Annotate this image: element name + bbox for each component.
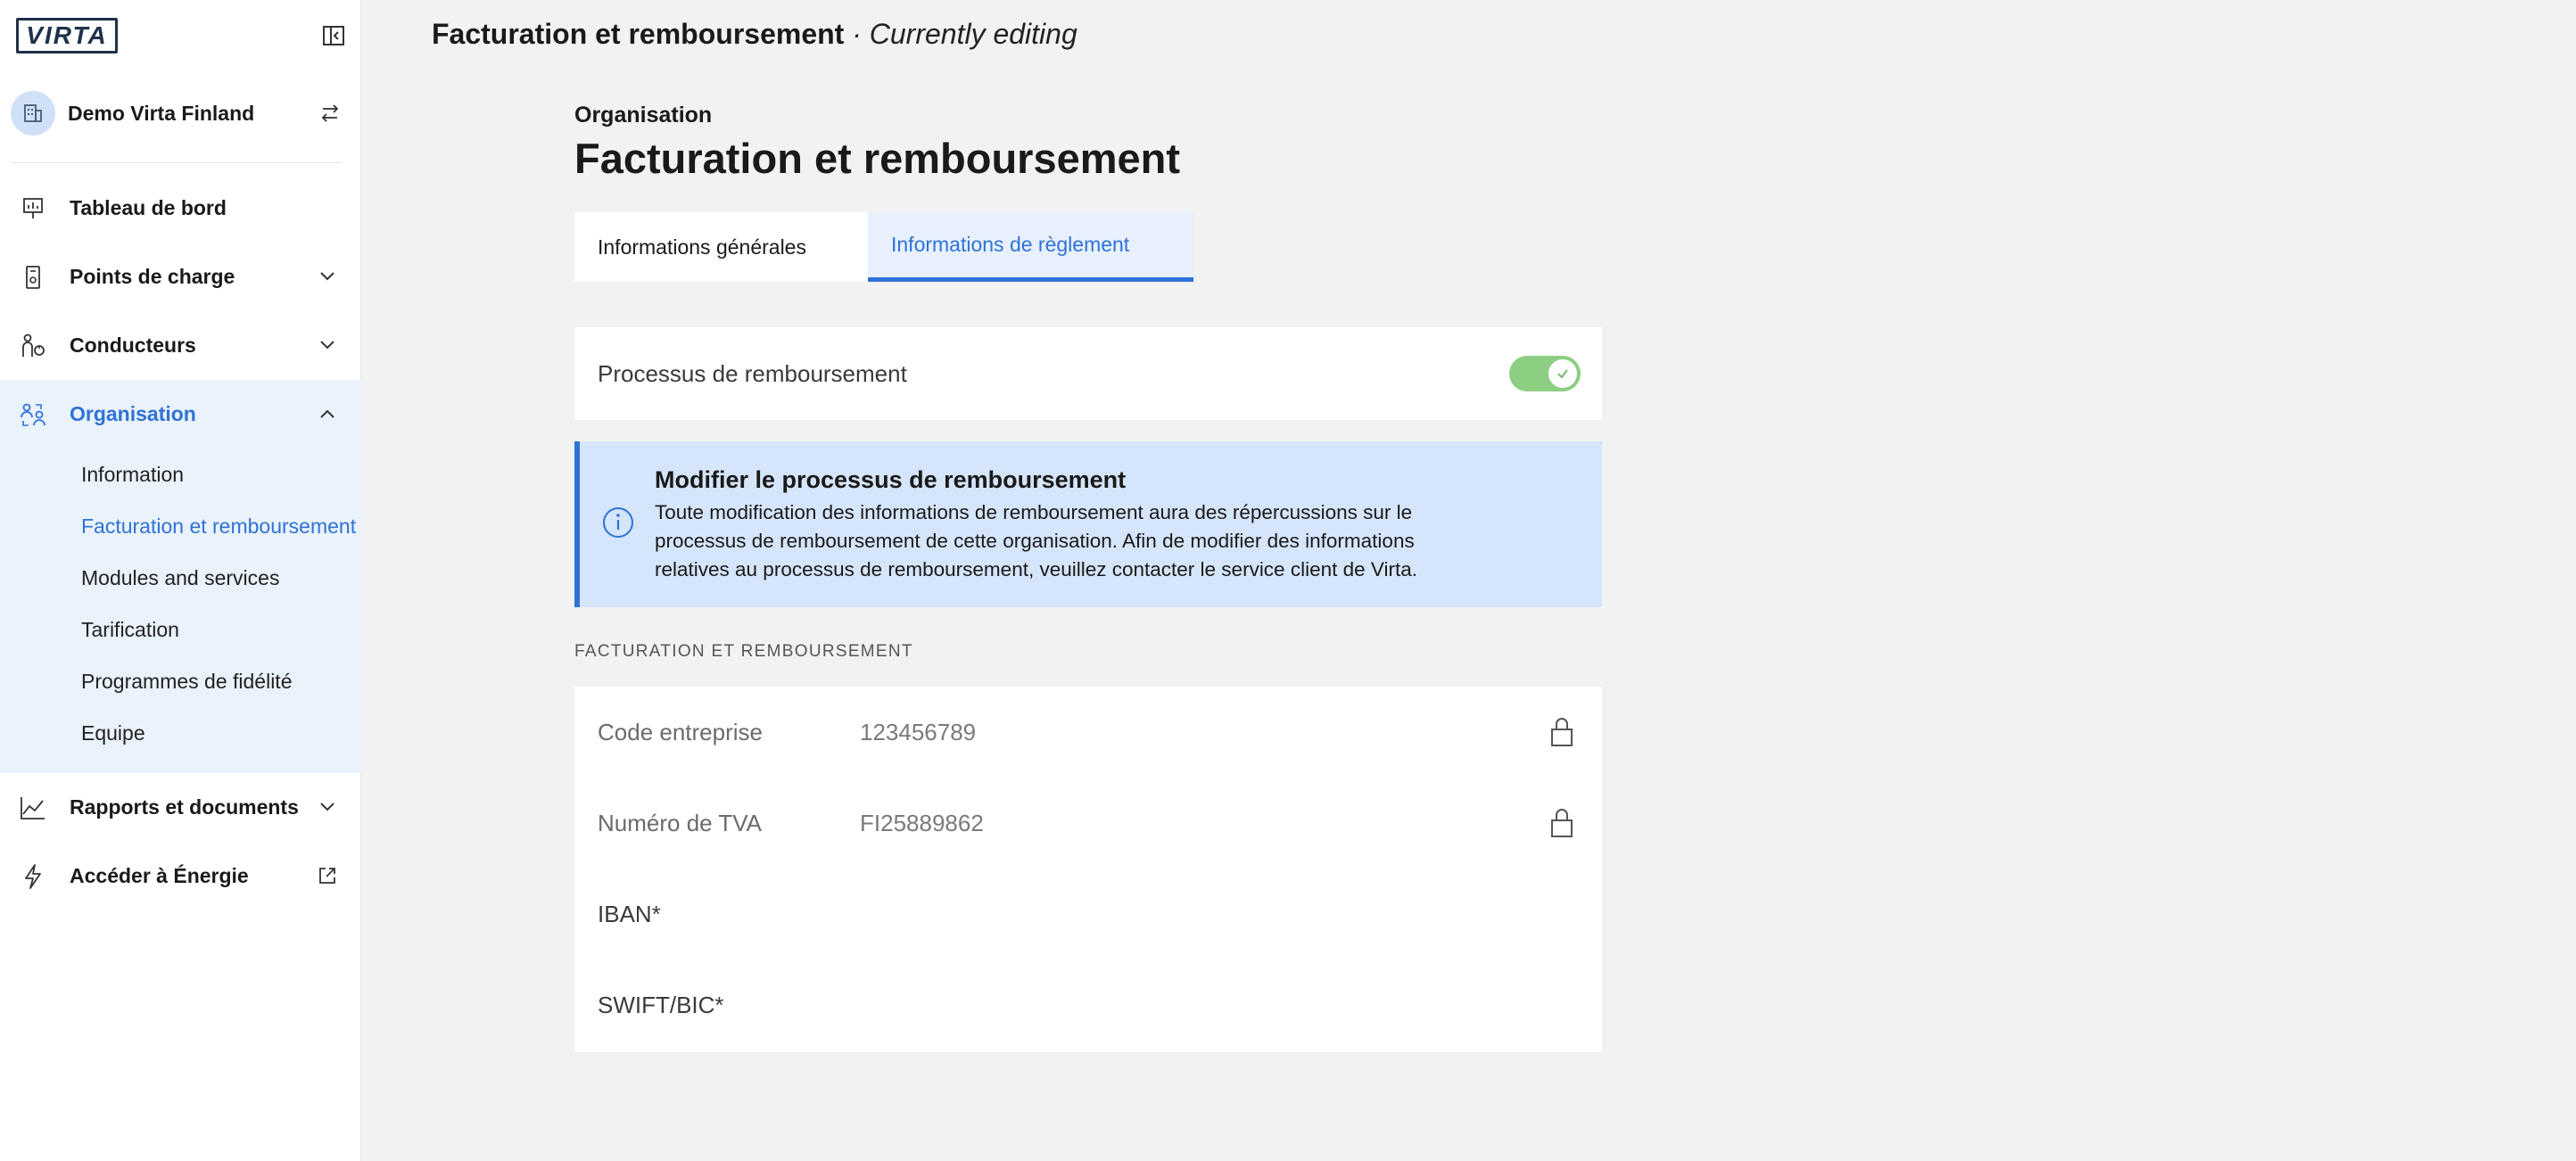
- external-link-icon: [317, 865, 338, 886]
- driver-icon: [18, 331, 48, 361]
- collapse-sidebar-icon[interactable]: [321, 23, 346, 48]
- vat-number-row: Numéro de TVA FI25889862: [574, 778, 1602, 869]
- reimbursement-label: Processus de remboursement: [598, 359, 907, 387]
- reimbursement-toggle-card: Processus de remboursement: [574, 327, 1602, 420]
- sidebar-item-charge-points[interactable]: Points de charge: [0, 243, 361, 311]
- organisation-switcher[interactable]: Demo Virta Finland: [11, 89, 350, 137]
- vat-number-value: FI25889862: [860, 809, 984, 836]
- sidebar-item-dashboard[interactable]: Tableau de bord: [0, 174, 361, 243]
- sidebar-nav: Tableau de bord Points de charge Conduct…: [0, 174, 361, 910]
- info-icon: [601, 506, 635, 539]
- charger-icon: [18, 262, 48, 292]
- chevron-down-icon: [317, 334, 338, 356]
- sidebar-subitem-loyalty[interactable]: Programmes de fidélité: [0, 655, 361, 707]
- page-title: Facturation et remboursement: [574, 135, 1181, 182]
- iban-field[interactable]: IBAN*: [574, 869, 1602, 959]
- sidebar-item-reports[interactable]: Rapports et documents: [0, 773, 361, 842]
- notice-body: Toute modification des informations de r…: [655, 501, 1417, 580]
- main-content: Organisation Facturation et remboursemen…: [574, 103, 1602, 1052]
- company-code-value: 123456789: [860, 718, 977, 745]
- organisation-submenu: Information Facturation et remboursement…: [0, 449, 361, 773]
- iban-label: IBAN*: [598, 900, 661, 927]
- header-title: Facturation et remboursement: [432, 18, 845, 50]
- sidebar-item-label: Points de charge: [70, 265, 235, 288]
- virta-logo[interactable]: VIRTA: [16, 18, 118, 54]
- sidebar-item-drivers[interactable]: Conducteurs: [0, 311, 361, 380]
- reimbursement-toggle[interactable]: [1509, 356, 1581, 391]
- sidebar-subitem-pricing[interactable]: Tarification: [0, 604, 361, 655]
- sidebar-item-energy[interactable]: Accéder à Énergie: [0, 842, 361, 910]
- notice-title: Modifier le processus de remboursement: [655, 466, 1127, 493]
- tab-general-info[interactable]: Informations générales: [574, 212, 868, 282]
- line-chart-icon: [18, 793, 48, 823]
- organisation-group: Organisation Information Facturation et …: [0, 380, 361, 773]
- info-notice: Modifier le processus de remboursement T…: [574, 441, 1602, 607]
- sidebar-subitem-modules[interactable]: Modules and services: [0, 552, 361, 604]
- sidebar-subitem-information[interactable]: Information: [0, 449, 361, 500]
- sidebar-item-organisation[interactable]: Organisation: [0, 380, 361, 449]
- lock-icon: [1548, 807, 1575, 839]
- building-icon: [11, 91, 55, 136]
- chevron-up-icon: [317, 403, 338, 424]
- lightning-icon: [18, 861, 48, 892]
- sidebar-divider: [11, 162, 343, 163]
- chevron-down-icon: [317, 266, 338, 287]
- section-heading: FACTURATION ET REMBOURSEMENT: [574, 642, 913, 661]
- sidebar-item-label: Rapports et documents: [70, 795, 299, 819]
- company-code-row: Code entreprise 123456789: [574, 687, 1602, 778]
- billing-fields: Code entreprise 123456789 Numéro de TVA …: [574, 687, 1602, 1052]
- breadcrumb[interactable]: Organisation: [574, 103, 1602, 128]
- page-header: Facturation et remboursement · Currently…: [432, 18, 1077, 51]
- sidebar-subitem-team[interactable]: Equipe: [0, 707, 361, 759]
- tab-payment-info[interactable]: Informations de règlement: [868, 212, 1193, 282]
- company-code-label: Code entreprise: [598, 718, 763, 745]
- sidebar-item-label: Tableau de bord: [70, 196, 227, 219]
- sidebar-item-label: Accéder à Énergie: [70, 864, 249, 887]
- lock-icon: [1548, 716, 1575, 748]
- switch-arrows-icon[interactable]: [318, 101, 343, 126]
- organisation-icon: [18, 399, 48, 430]
- presentation-icon: [18, 194, 48, 224]
- organisation-name: Demo Virta Finland: [68, 101, 255, 125]
- chevron-down-icon: [317, 796, 338, 818]
- swift-bic-field[interactable]: SWIFT/BIC*: [574, 959, 1602, 1050]
- editing-status: · Currently editing: [844, 18, 1077, 50]
- sidebar: VIRTA Demo Virta Finland Tableau de bord…: [0, 0, 361, 1161]
- logo-text: VIRTA: [26, 21, 108, 49]
- sidebar-subitem-billing[interactable]: Facturation et remboursement: [0, 500, 361, 552]
- vat-number-label: Numéro de TVA: [598, 809, 763, 836]
- sidebar-item-label: Organisation: [70, 402, 196, 425]
- check-icon: [1548, 359, 1577, 388]
- logo-row: VIRTA: [16, 18, 346, 57]
- swift-bic-label: SWIFT/BIC*: [598, 991, 724, 1018]
- sidebar-item-label: Conducteurs: [70, 333, 196, 357]
- tabs: Informations générales Informations de r…: [574, 212, 1193, 282]
